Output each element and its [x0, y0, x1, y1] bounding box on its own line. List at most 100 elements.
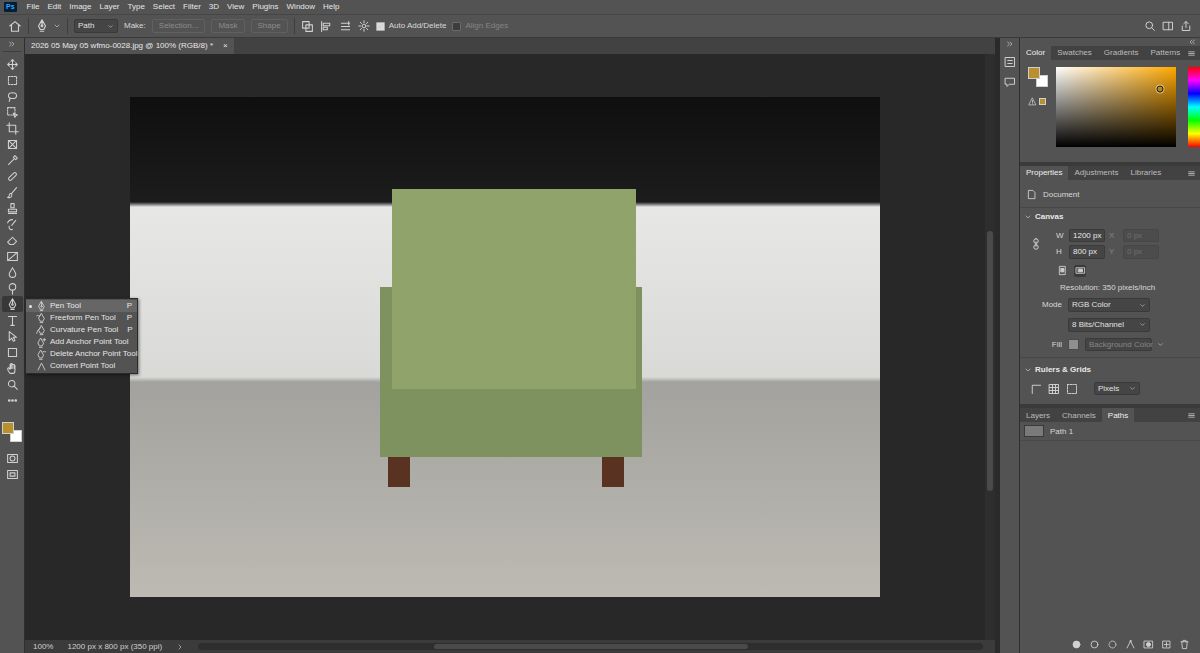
menu-item[interactable]: Plugins: [248, 2, 282, 12]
path-arrangement-icon[interactable]: [339, 20, 352, 33]
add-mask-icon[interactable]: [1143, 639, 1154, 650]
size-field[interactable]: 1200 px: [1069, 229, 1105, 243]
tool-button[interactable]: [2, 392, 23, 408]
trash-icon[interactable]: [1179, 639, 1190, 650]
history-panel-icon[interactable]: [1004, 56, 1016, 68]
tool-button[interactable]: [2, 184, 23, 200]
tool-button[interactable]: [2, 200, 23, 216]
gamut-warning[interactable]: [1028, 97, 1048, 106]
tool-button[interactable]: [2, 280, 23, 296]
expand-chevron-icon[interactable]: [1024, 366, 1032, 374]
canvas-section-header[interactable]: Canvas: [1020, 208, 1200, 226]
collapse-strip-icon[interactable]: [1006, 40, 1014, 48]
panel-tab[interactable]: Paths: [1102, 408, 1134, 422]
tool-button[interactable]: [2, 328, 23, 344]
orientation-button[interactable]: [1056, 265, 1068, 277]
flyout-item[interactable]: Add Anchor Point Tool: [26, 336, 137, 348]
link-icon[interactable]: [1030, 238, 1042, 250]
flyout-item[interactable]: Curvature Pen ToolP: [26, 324, 137, 336]
color-mode-select[interactable]: RGB Color: [1068, 298, 1150, 312]
vertical-scrollbar[interactable]: [985, 54, 995, 640]
close-tab-button[interactable]: ×: [223, 41, 228, 51]
menu-item[interactable]: Layer: [95, 2, 123, 12]
comments-panel-icon[interactable]: [1004, 76, 1016, 88]
tool-button[interactable]: [2, 168, 23, 184]
canvas[interactable]: [25, 54, 985, 640]
checkbox-box[interactable]: [376, 22, 385, 31]
flyout-item[interactable]: Convert Point Tool: [26, 360, 137, 372]
status-menu-icon[interactable]: [176, 643, 184, 651]
make-work-path-icon[interactable]: [1125, 639, 1136, 650]
workspace-icon[interactable]: [1162, 20, 1174, 32]
horizontal-scrollbar[interactable]: [198, 643, 983, 650]
new-path-icon[interactable]: [1161, 639, 1172, 650]
fill-path-icon[interactable]: [1071, 639, 1082, 650]
search-icon[interactable]: [1144, 20, 1156, 32]
tool-button[interactable]: [2, 248, 23, 264]
panel-tab[interactable]: Color: [1020, 46, 1051, 60]
document-tab[interactable]: 2026 05 May 05 wfmo-0028.jpg @ 100% (RGB…: [25, 38, 234, 54]
app-logo[interactable]: Ps: [4, 2, 17, 12]
foreground-color[interactable]: [1028, 67, 1040, 79]
flyout-item[interactable]: Freeform Pen ToolP: [26, 312, 137, 324]
scrollbar-thumb[interactable]: [434, 644, 748, 649]
orientation-button[interactable]: [1074, 265, 1086, 277]
color-swatches[interactable]: [2, 422, 22, 442]
panel-menu-icon[interactable]: [1187, 46, 1196, 60]
panel-tab[interactable]: Patterns: [1145, 46, 1187, 60]
tool-button[interactable]: [2, 296, 23, 312]
menu-item[interactable]: Edit: [43, 2, 65, 12]
rulers-section-header[interactable]: Rulers & Grids: [1020, 361, 1200, 379]
menu-item[interactable]: View: [223, 2, 248, 12]
tool-button[interactable]: [2, 104, 23, 120]
zoom-level[interactable]: 100%: [33, 642, 53, 652]
hue-slider[interactable]: [1188, 67, 1200, 147]
color-picker-marker[interactable]: [1157, 86, 1164, 93]
ruler-icon[interactable]: [1030, 383, 1042, 395]
panel-tab[interactable]: Channels: [1056, 408, 1102, 422]
panel-tab[interactable]: Libraries: [1125, 166, 1168, 180]
tool-preset-picker[interactable]: [35, 19, 61, 33]
menu-item[interactable]: Type: [124, 2, 149, 12]
tool-button[interactable]: [2, 136, 23, 152]
panel-menu-icon[interactable]: [1187, 408, 1196, 422]
panel-tab[interactable]: Gradients: [1098, 46, 1145, 60]
tool-button[interactable]: [2, 232, 23, 248]
tool-button[interactable]: [2, 120, 23, 136]
scrollbar-thumb[interactable]: [987, 231, 993, 491]
share-icon[interactable]: [1180, 20, 1192, 32]
flyout-item[interactable]: Delete Anchor Point Tool: [26, 348, 137, 360]
path-alignment-icon[interactable]: [320, 20, 333, 33]
panel-tab[interactable]: Layers: [1020, 408, 1056, 422]
menu-item[interactable]: Filter: [179, 2, 205, 12]
tool-button[interactable]: [2, 312, 23, 328]
path-row[interactable]: Path 1: [1020, 422, 1200, 441]
panel-tab[interactable]: Adjustments: [1068, 166, 1124, 180]
quick-mask-button[interactable]: [2, 450, 23, 466]
panel-tab[interactable]: Properties: [1020, 166, 1068, 180]
units-select[interactable]: Pixels: [1094, 382, 1140, 396]
home-icon[interactable]: [8, 19, 22, 33]
path-operations-icon[interactable]: [301, 20, 314, 33]
panel-tab[interactable]: Swatches: [1051, 46, 1098, 60]
foreground-color[interactable]: [2, 422, 14, 434]
tool-button[interactable]: [2, 344, 23, 360]
panel-menu-icon[interactable]: [1187, 166, 1196, 180]
tool-button[interactable]: [2, 152, 23, 168]
tool-button[interactable]: [2, 360, 23, 376]
menu-item[interactable]: Image: [65, 2, 95, 12]
menu-item[interactable]: File: [23, 2, 44, 12]
mode-select[interactable]: Path: [74, 19, 118, 33]
expand-chevron-icon[interactable]: [1024, 213, 1032, 221]
flyout-item[interactable]: Pen ToolP: [26, 300, 137, 312]
size-field[interactable]: 800 px: [1069, 245, 1105, 259]
screen-mode-button[interactable]: [2, 466, 23, 482]
tool-button[interactable]: [2, 72, 23, 88]
expand-toolbar-icon[interactable]: [8, 40, 16, 48]
bit-depth-select[interactable]: 8 Bits/Channel: [1068, 318, 1150, 332]
tool-button[interactable]: [2, 216, 23, 232]
tool-button[interactable]: [2, 264, 23, 280]
tool-button[interactable]: [2, 56, 23, 72]
menu-item[interactable]: Select: [149, 2, 179, 12]
load-selection-icon[interactable]: [1107, 639, 1118, 650]
